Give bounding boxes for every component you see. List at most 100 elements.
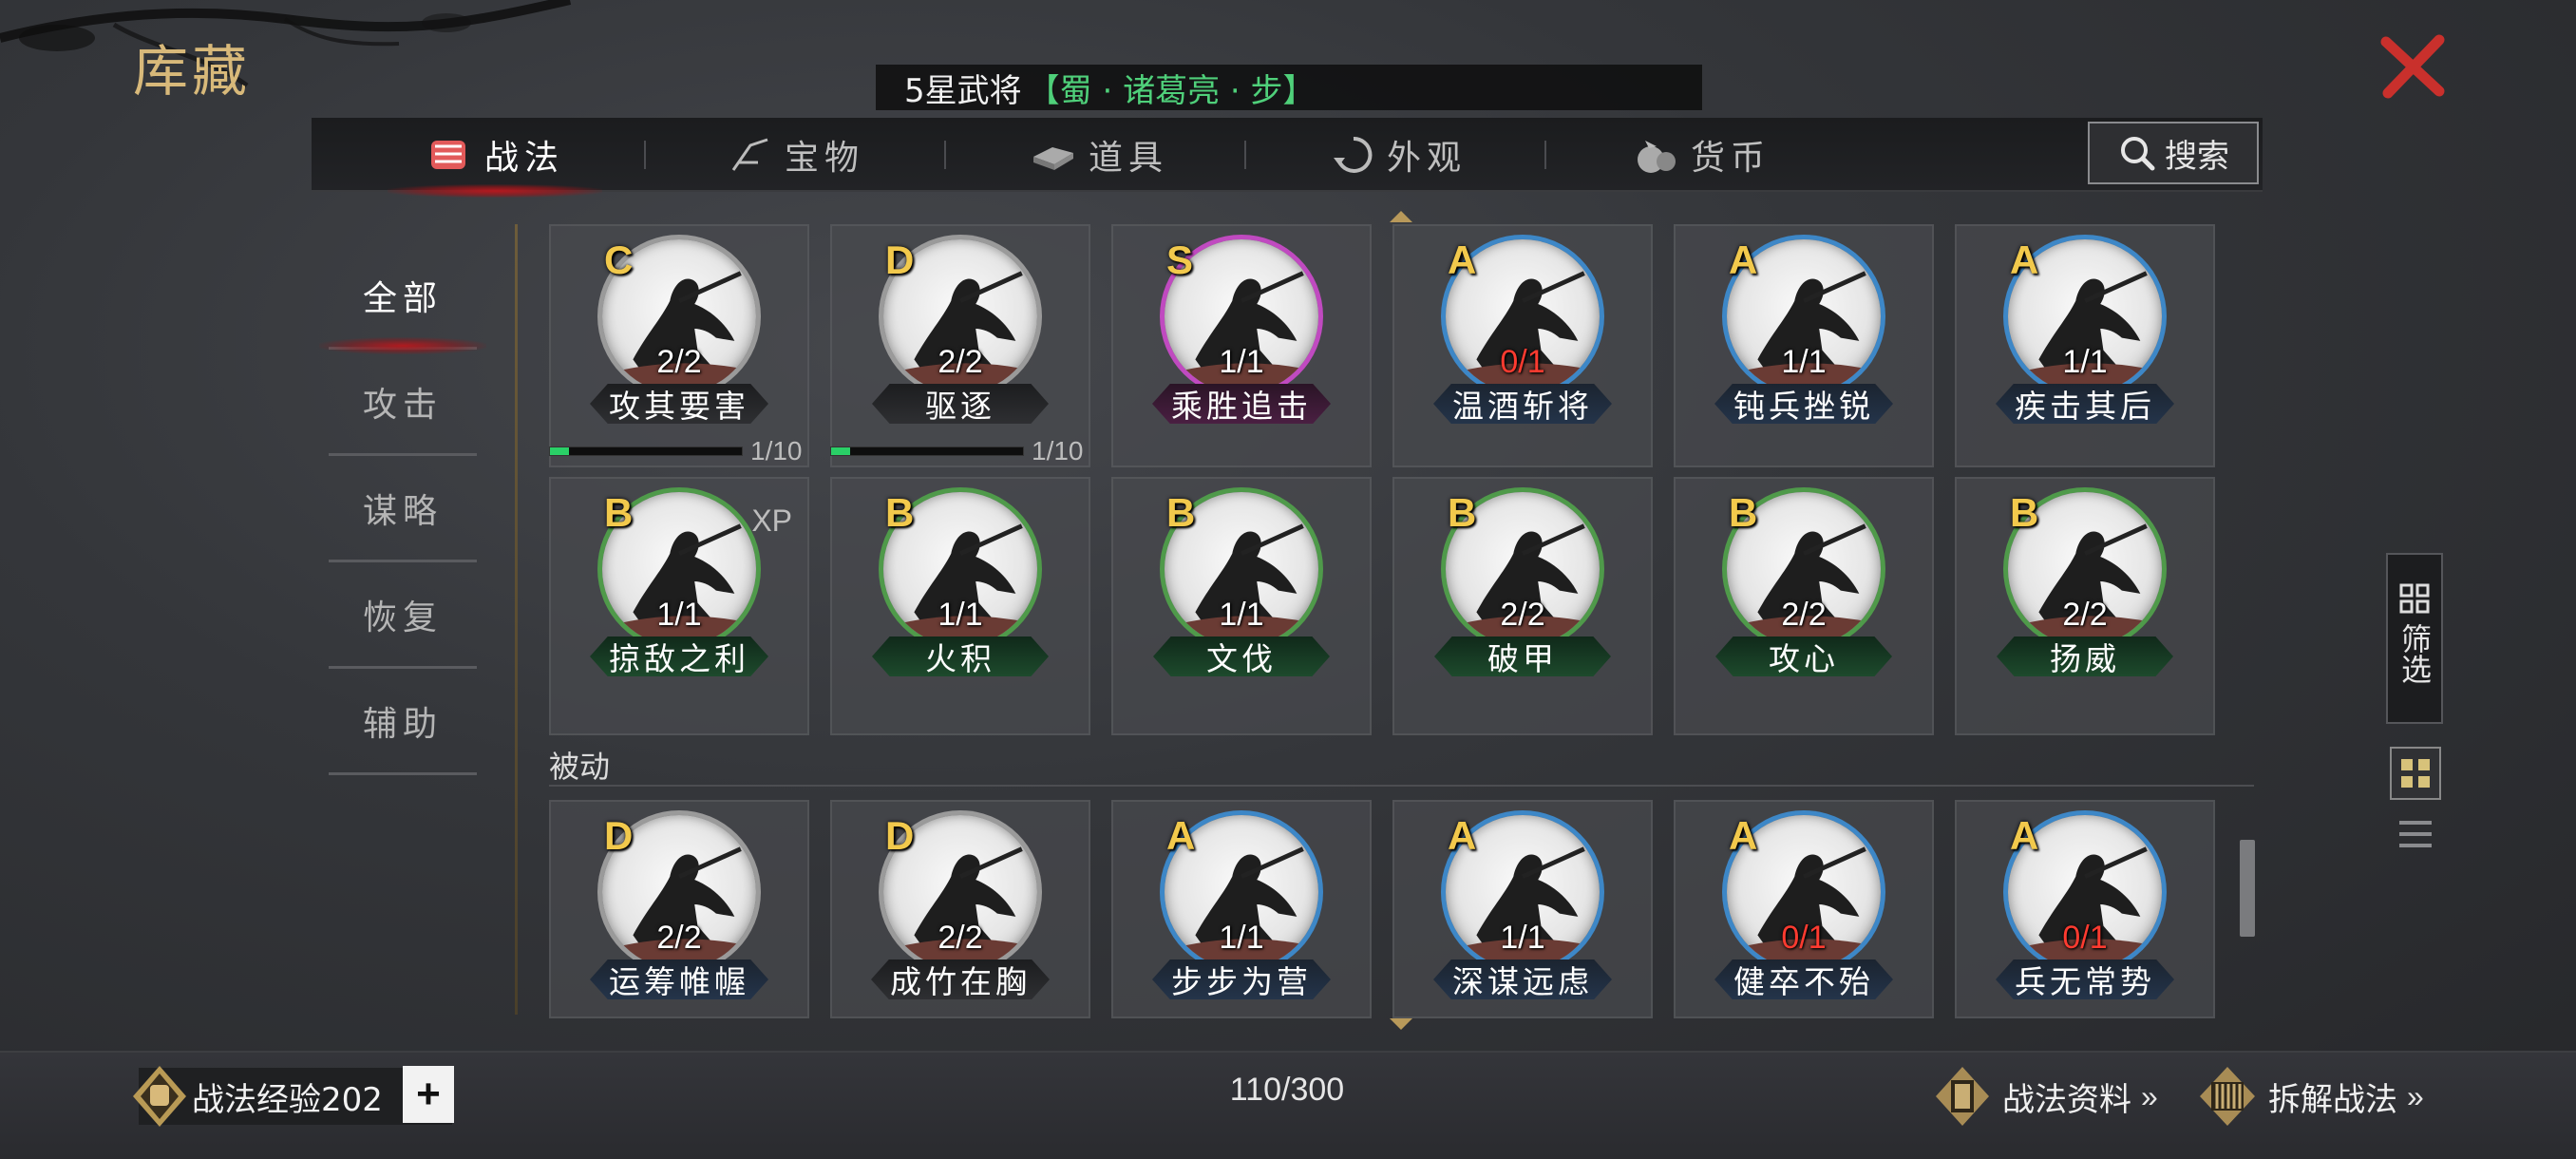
tactic-info-button[interactable]: 战法资料 » <box>1932 1067 2158 1126</box>
search-label: 搜索 <box>2165 137 2229 176</box>
tab-divider <box>1544 141 1546 169</box>
tactic-grade: D <box>885 813 915 858</box>
tactic-count-label: 1/1 <box>656 597 702 633</box>
progress-fill <box>831 447 851 455</box>
close-icon[interactable] <box>2375 28 2451 104</box>
hero-stars-text: 5星武将 <box>904 71 1022 110</box>
tactic-grade: A <box>1166 813 1196 858</box>
tab-label: 宝物 <box>785 139 865 178</box>
tactic-card[interactable]: D 2/2 成竹在胸 <box>830 800 1090 1018</box>
grid-filter-icon <box>2399 583 2430 614</box>
tactic-card[interactable]: C 2/2 攻其要害 <box>549 224 809 467</box>
tactic-grade: A <box>1448 813 1477 858</box>
grid-view-icon <box>2401 759 2430 788</box>
tactic-grade: A <box>2010 813 2039 858</box>
tab-appearance[interactable]: 外观 <box>1332 118 1467 192</box>
tactic-card[interactable]: A 1/1 步步为营 <box>1111 800 1372 1018</box>
search-button[interactable]: 搜索 <box>2088 122 2259 184</box>
tab-currency[interactable]: 货币 <box>1634 118 1771 192</box>
tactic-grade: B <box>2010 490 2039 535</box>
tab-treasure[interactable]: 宝物 <box>729 118 864 192</box>
tactic-card[interactable]: A 0/1 兵无常势 <box>1955 800 2215 1018</box>
tactic-card[interactable]: B 1/1 火积 <box>830 477 1090 735</box>
tactic-grade: A <box>1729 813 1758 858</box>
xp-badge: XP <box>751 504 792 538</box>
grid-view-toggle[interactable] <box>2390 747 2441 800</box>
tactic-card[interactable]: B XP 1/1 掠敌之利 <box>549 477 809 735</box>
tactic-count-label: 2/2 <box>2062 597 2108 633</box>
tactic-name: 深谋远虑 <box>1433 960 1612 999</box>
tactic-name: 扬威 <box>1997 636 2173 676</box>
tab-divider <box>1244 141 1246 169</box>
tactic-grade: A <box>1729 238 1758 282</box>
currency-icon <box>1638 141 1676 173</box>
tab-items[interactable]: 道具 <box>1030 118 1168 192</box>
ink-branch-decoration <box>0 0 572 88</box>
sidebar-item-strategy[interactable]: 谋略 <box>329 456 477 562</box>
sidebar-item-attack[interactable]: 攻击 <box>329 350 477 456</box>
tactic-name: 兵无常势 <box>1996 960 2174 999</box>
tactic-grade: B <box>885 490 915 535</box>
tab-label: 货币 <box>1691 139 1771 178</box>
tactic-count-label: 1/1 <box>1219 597 1264 633</box>
tactic-name: 温酒斩将 <box>1433 384 1612 424</box>
inventory-screen: { "header": {"title": "库藏"}, "hero_bar":… <box>0 0 2576 1159</box>
tactic-count-label: 0/1 <box>1500 344 1545 380</box>
tactic-card[interactable]: B 2/2 攻心 <box>1674 477 1934 735</box>
tactic-grade: B <box>1448 490 1477 535</box>
tactic-grade: A <box>1448 238 1477 282</box>
tactic-card[interactable]: B 2/2 破甲 <box>1392 477 1653 735</box>
search-icon <box>2121 137 2155 171</box>
tactic-card[interactable]: A 1/1 深谋远虑 <box>1392 800 1653 1018</box>
tactic-card[interactable]: A 0/1 健卒不殆 <box>1674 800 1934 1018</box>
tactic-name: 火积 <box>872 636 1049 676</box>
add-exp-button[interactable]: + <box>403 1066 454 1123</box>
progress-bar <box>549 446 743 456</box>
tab-label: 道具 <box>1089 139 1169 178</box>
section-divider <box>549 785 2254 787</box>
tactic-count-label: 2/2 <box>1500 597 1545 633</box>
tab-label: 外观 <box>1387 139 1468 178</box>
tactic-card[interactable]: B 1/1 文伐 <box>1111 477 1372 735</box>
tactic-card[interactable]: S 1/1 乘胜追击 <box>1111 224 1372 467</box>
chevron-right-icon: » <box>2407 1078 2424 1113</box>
tactic-count-label: 1/1 <box>1500 920 1545 956</box>
tactic-count-label: 0/1 <box>1781 920 1827 956</box>
filter-button[interactable]: 筛选 <box>2386 553 2443 724</box>
tactic-name: 攻其要害 <box>590 384 768 424</box>
tactic-name: 健卒不殆 <box>1714 960 1893 999</box>
tactic-card[interactable]: D 2/2 驱逐 <box>830 224 1090 467</box>
tactic-card[interactable]: A 1/1 疾击其后 <box>1955 224 2215 467</box>
dismantle-tactic-button[interactable]: 拆解战法 » <box>2196 1067 2424 1126</box>
tactic-card[interactable]: A 1/1 钝兵挫锐 <box>1674 224 1934 467</box>
treasure-icon <box>731 138 768 171</box>
sidebar-item-recovery[interactable]: 恢复 <box>329 562 477 669</box>
tactic-name: 步步为营 <box>1152 960 1331 999</box>
tactic-grade: D <box>885 238 915 282</box>
tactic-name: 掠敌之利 <box>590 636 768 676</box>
tactic-name: 运筹帷幄 <box>590 960 768 999</box>
sidebar-item-label: 攻击 <box>362 385 443 425</box>
tab-tactics[interactable]: 战法 <box>388 118 603 198</box>
tactic-count-label: 2/2 <box>656 344 702 380</box>
tactic-count-label: 1/1 <box>1219 344 1264 380</box>
list-view-icon[interactable] <box>2394 815 2437 853</box>
tactic-count-label: 2/2 <box>656 920 702 956</box>
tactic-grade: B <box>1166 490 1196 535</box>
sidebar-divider <box>515 224 518 1015</box>
tactic-count-label: 1/1 <box>2062 344 2108 380</box>
active-tab-underline <box>388 184 603 198</box>
section-passive-label: 被动 <box>549 749 611 785</box>
sidebar-item-all[interactable]: 全部 <box>319 243 486 354</box>
tactic-card[interactable]: D 2/2 运筹帷幄 <box>549 800 809 1018</box>
tactic-name: 成竹在胸 <box>871 960 1050 999</box>
tactic-name: 疾击其后 <box>1996 384 2174 424</box>
tactic-card[interactable]: B 2/2 扬威 <box>1955 477 2215 735</box>
tactic-card[interactable]: A 0/1 温酒斩将 <box>1392 224 1653 467</box>
scroll-book-icon <box>1936 1067 1989 1126</box>
tactic-count-label: 1/1 <box>938 597 983 633</box>
tactic-count-label: 2/2 <box>1781 597 1827 633</box>
scrollbar-thumb[interactable] <box>2240 840 2255 937</box>
progress-bar <box>830 446 1024 456</box>
sidebar-item-support[interactable]: 辅助 <box>329 669 477 775</box>
